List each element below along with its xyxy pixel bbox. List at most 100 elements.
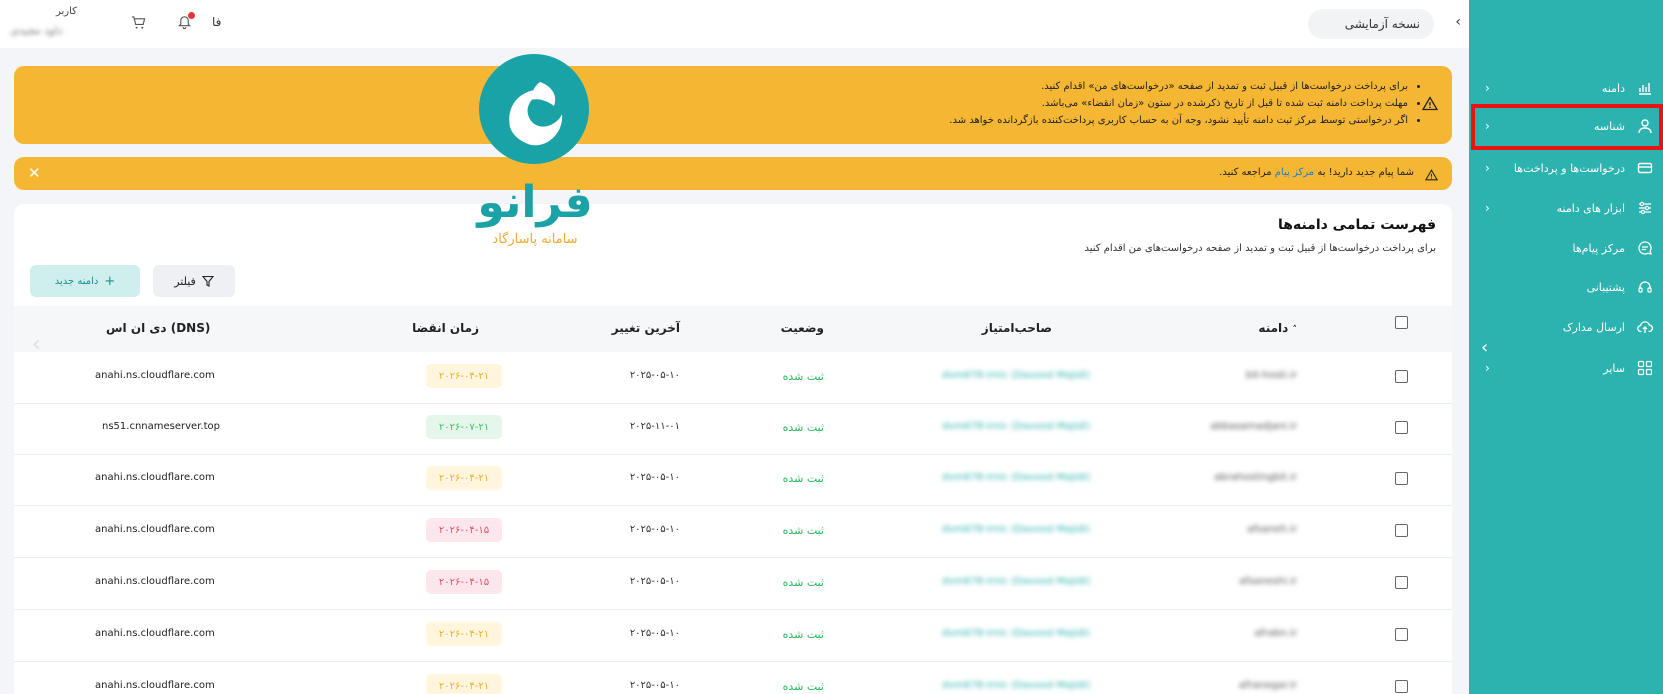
status-cell: ثبت شده	[782, 472, 824, 485]
expiry-badge: ۲۰۲۶-۰۴-۲۱	[426, 364, 502, 388]
sidebar-item-other[interactable]: سایر ›	[1485, 351, 1655, 385]
message-alert: شما پیام جدید دارید! به مرکز پیام مراجعه…	[14, 157, 1452, 190]
sidebar-item-label: سایر	[1603, 361, 1625, 375]
row-checkbox[interactable]	[1395, 421, 1408, 434]
table-header: دامنه ˄ صاحب‌امتیاز وضعیت آخرین تغییر زم…	[14, 306, 1452, 352]
select-all-checkbox[interactable]	[1395, 316, 1408, 329]
table-row[interactable]: afsaneshi.ir dvm678-irnic (Davood Majidi…	[14, 558, 1452, 610]
dns-cell: anahi.ns.cloudflare.com	[95, 370, 215, 381]
status-cell: ثبت شده	[782, 680, 824, 693]
funnel-icon	[201, 275, 214, 287]
sidebar-item-label: مرکز پیام‌ها	[1572, 241, 1625, 255]
bell-icon[interactable]	[177, 12, 195, 33]
table-row[interactable]: abrahostingbit.ir dvm678-irnic (Davood M…	[14, 454, 1452, 506]
domain-cell[interactable]: abrahostingbit.ir	[1214, 472, 1297, 483]
plus-icon: +	[104, 273, 116, 289]
column-status: وضعیت	[780, 321, 824, 335]
close-icon[interactable]: ✕	[28, 164, 41, 182]
sidebar-item-label: درخواست‌ها و پرداخت‌ها	[1513, 161, 1625, 175]
sidebar-collapse-icon[interactable]: ‹	[1481, 337, 1488, 358]
message-suffix: مراجعه کنید.	[1219, 167, 1272, 178]
row-checkbox[interactable]	[1395, 472, 1408, 485]
expiry-badge: ۲۰۲۶-۰۷-۲۱	[426, 415, 502, 439]
last-change-cell: ۲۰۲۵-۰۵-۱۰	[629, 628, 680, 639]
notification-dot	[188, 12, 195, 19]
message-center-link[interactable]: مرکز پیام	[1275, 167, 1314, 178]
message-prefix: شما پیام جدید دارید! به	[1317, 167, 1414, 178]
sidebar-item-domain[interactable]: دامنه ›	[1485, 71, 1655, 105]
user-role: کاربر	[56, 6, 77, 17]
domain-cell[interactable]: bit-hosti.ir	[1246, 370, 1297, 381]
row-checkbox[interactable]	[1395, 576, 1408, 589]
column-domain[interactable]: دامنه ˄	[1258, 321, 1297, 335]
dns-cell: anahi.ns.cloudflare.com	[95, 680, 215, 691]
warning-line: برای پرداخت درخواست‌ها از قبیل ثبت و تمد…	[949, 78, 1408, 95]
table-row[interactable]: afsaneh.ir dvm678-irnic (Davood Majidi) …	[14, 506, 1452, 558]
column-domain-label: دامنه	[1258, 321, 1289, 335]
sidebar-item-support[interactable]: پشتیبانی	[1485, 270, 1655, 304]
back-arrow-icon[interactable]: ‹	[1455, 14, 1461, 30]
row-checkbox[interactable]	[1395, 680, 1408, 693]
owner-cell: dvm678-irnic (Davood Majidi)	[942, 576, 1090, 587]
table-row[interactable]: afrabn.ir dvm678-irnic (Davood Majidi) ث…	[14, 610, 1452, 662]
headset-icon	[1635, 277, 1655, 297]
row-checkbox[interactable]	[1395, 370, 1408, 383]
chevron-icon: ›	[1485, 119, 1490, 133]
sidebar-item-domain-tools[interactable]: ابزار های دامنه ›	[1485, 191, 1655, 225]
expiry-badge: ۲۰۲۶-۰۴-۲۱	[426, 674, 502, 694]
column-last-change: آخرین تغییر	[611, 321, 680, 335]
table-row[interactable]: bit-hosti.ir dvm678-irnic (Davood Majidi…	[14, 352, 1452, 404]
message-icon	[1635, 238, 1655, 258]
page-title: فهرست تمامی دامنه‌ها	[1277, 217, 1436, 233]
warning-icon	[1421, 96, 1439, 115]
column-owner: صاحب‌امتیاز	[981, 321, 1052, 335]
row-checkbox[interactable]	[1395, 524, 1408, 537]
domain-cell[interactable]: abbasamadjani.ir	[1210, 421, 1297, 432]
warning-list: برای پرداخت درخواست‌ها از قبیل ثبت و تمد…	[949, 78, 1408, 129]
column-dns: دی ان اس (DNS)	[106, 321, 211, 335]
top-header: ‹ نسخه آزمایشی فا کاربر داود مجیدی	[0, 0, 1469, 48]
sidebar-item-identity[interactable]: شناسه ›	[1485, 109, 1655, 143]
user-icon	[1635, 116, 1655, 136]
farano-logo: فرانو سامانه پاسارگاد	[450, 52, 620, 252]
status-cell: ثبت شده	[782, 421, 824, 434]
warning-alert: برای پرداخت درخواست‌ها از قبیل ثبت و تمد…	[14, 66, 1452, 144]
sidebar-item-upload-docs[interactable]: ارسال مدارک	[1485, 310, 1655, 344]
new-domain-button[interactable]: دامنه جدید +	[30, 265, 140, 297]
owner-cell: dvm678-irnic (Davood Majidi)	[942, 472, 1090, 483]
language-button[interactable]: فا	[212, 15, 221, 29]
last-change-cell: ۲۰۲۵-۰۵-۱۰	[629, 680, 680, 691]
last-change-cell: ۲۰۲۵-۰۵-۱۰	[629, 576, 680, 587]
owner-cell: dvm678-irnic (Davood Majidi)	[942, 628, 1090, 639]
filter-button[interactable]: فیلتر	[153, 265, 235, 297]
status-cell: ثبت شده	[782, 576, 824, 589]
status-cell: ثبت شده	[782, 524, 824, 537]
warning-icon	[1424, 166, 1439, 185]
domain-cell[interactable]: afranegar.ir	[1239, 680, 1297, 691]
expiry-badge: ۲۰۲۶-۰۴-۲۱	[426, 622, 502, 646]
sidebar-item-label: ارسال مدارک	[1562, 320, 1625, 334]
sidebar-item-label: شناسه	[1593, 119, 1625, 133]
domain-cell[interactable]: afrabn.ir	[1254, 628, 1297, 639]
expiry-badge: ۲۰۲۶-۰۴-۲۱	[426, 466, 502, 490]
expiry-badge: ۲۰۲۶-۰۴-۱۵	[426, 570, 502, 594]
chevron-icon: ›	[1485, 201, 1490, 215]
table-row[interactable]: afranegar.ir dvm678-irnic (Davood Majidi…	[14, 662, 1452, 694]
chevron-icon: ›	[1485, 161, 1490, 175]
row-checkbox[interactable]	[1395, 628, 1408, 641]
sidebar-item-requests[interactable]: درخواست‌ها و پرداخت‌ها ›	[1485, 151, 1655, 185]
sidebar-item-label: پشتیبانی	[1586, 280, 1625, 294]
cart-icon[interactable]	[131, 15, 146, 34]
owner-cell: dvm678-irnic (Davood Majidi)	[942, 680, 1090, 691]
sidebar-item-messages[interactable]: مرکز پیام‌ها	[1485, 231, 1655, 265]
dns-cell: anahi.ns.cloudflare.com	[95, 628, 215, 639]
user-name[interactable]: داود مجیدی	[10, 24, 62, 37]
page-subtitle: برای پرداخت درخواست‌ها از قبیل ثبت و تمد…	[1084, 243, 1437, 254]
sidebar-item-label: ابزار های دامنه	[1556, 201, 1625, 215]
domain-cell[interactable]: afsaneh.ir	[1247, 524, 1297, 535]
owner-cell: dvm678-irnic (Davood Majidi)	[942, 421, 1090, 432]
owner-cell: dvm678-irnic (Davood Majidi)	[942, 370, 1090, 381]
domain-cell[interactable]: afsaneshi.ir	[1239, 576, 1297, 587]
table-row[interactable]: abbasamadjani.ir dvm678-irnic (Davood Ma…	[14, 403, 1452, 455]
sidebar-item-label: دامنه	[1601, 81, 1625, 95]
